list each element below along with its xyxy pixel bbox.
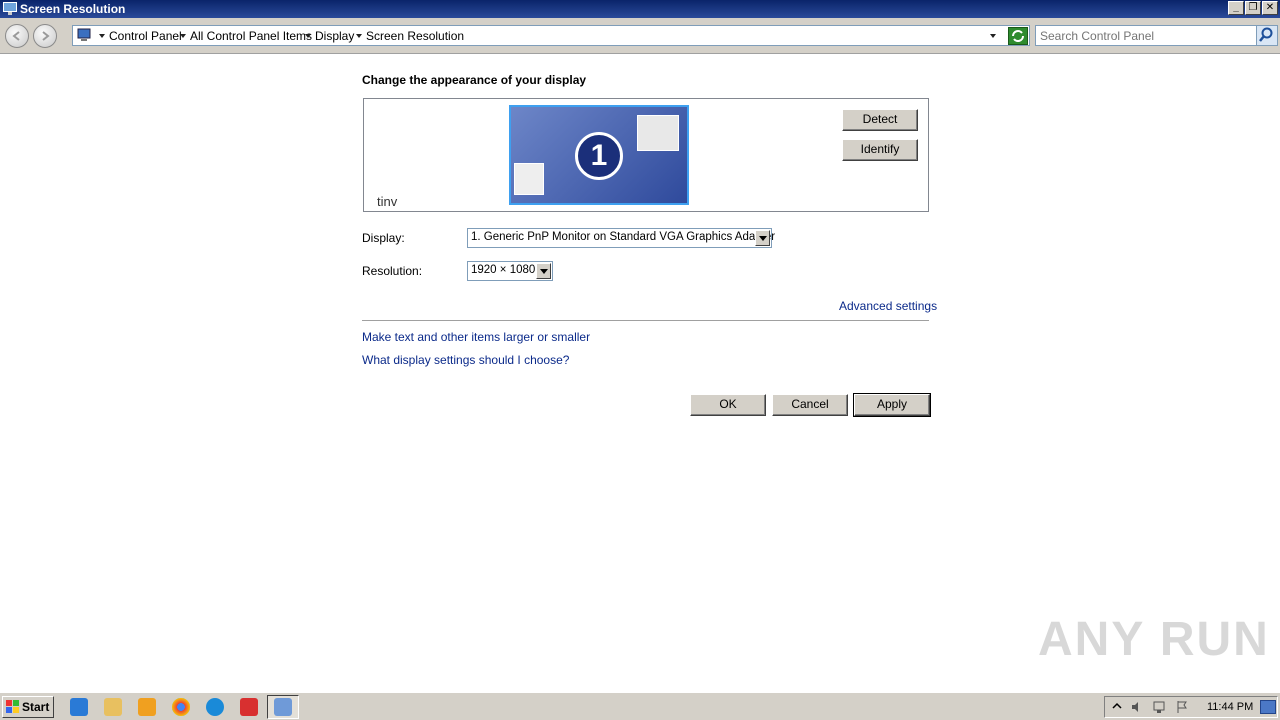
forward-arrow-icon	[42, 31, 50, 41]
chevron-down-icon[interactable]	[99, 34, 105, 38]
resolution-select-value: 1920 × 1080	[471, 264, 536, 276]
taskbar: Start 11:44 PM	[0, 692, 1280, 720]
media-player-icon[interactable]	[138, 698, 156, 716]
system-tray: 11:44 PM	[1104, 696, 1278, 718]
detect-button[interactable]: Detect	[842, 109, 918, 131]
display-help-link[interactable]: What display settings should I choose?	[362, 353, 569, 367]
windows-logo-icon	[6, 700, 19, 713]
breadcrumb[interactable]: Control Panel All Control Panel Items Di…	[72, 25, 1030, 46]
show-desktop-button[interactable]	[1260, 700, 1276, 714]
chrome-icon[interactable]	[172, 698, 190, 716]
monitor-label: tinv	[377, 194, 398, 209]
refresh-button[interactable]	[1008, 27, 1028, 45]
chevron-up-icon[interactable]	[1110, 700, 1124, 714]
page-title: Change the appearance of your display	[362, 73, 587, 87]
dropdown-arrow-icon[interactable]	[536, 263, 551, 279]
edge-icon[interactable]	[206, 698, 224, 716]
taskbar-screen-resolution-window[interactable]	[267, 695, 299, 719]
breadcrumb-control-panel[interactable]: Control Panel	[109, 29, 182, 43]
minimize-button[interactable]: _	[1228, 1, 1244, 15]
anyrun-icon[interactable]	[240, 698, 258, 716]
watermark: ANY RUN	[1038, 613, 1270, 666]
identify-button[interactable]: Identify	[842, 139, 918, 161]
address-history-icon[interactable]	[990, 34, 996, 38]
refresh-icon	[1012, 30, 1024, 42]
search-icon	[1259, 27, 1273, 42]
ok-button[interactable]: OK	[690, 394, 766, 416]
forward-button[interactable]	[33, 24, 57, 48]
resolution-label: Resolution:	[362, 264, 423, 278]
search-input[interactable]	[1040, 28, 1250, 43]
display-select[interactable]: 1. Generic PnP Monitor on Standard VGA G…	[467, 228, 776, 248]
display-label: Display:	[362, 231, 405, 245]
monitor-number: 1	[575, 132, 623, 180]
start-label: Start	[22, 700, 50, 714]
start-button[interactable]: Start	[2, 696, 54, 718]
display-settings-icon	[274, 698, 292, 716]
search-box[interactable]	[1035, 25, 1278, 46]
volume-icon[interactable]	[1130, 700, 1144, 714]
control-panel-icon	[77, 28, 91, 41]
apply-button[interactable]: Apply	[853, 393, 931, 417]
clock[interactable]: 11:44 PM	[1207, 701, 1253, 713]
monitor-1-tile[interactable]: 1	[509, 105, 689, 205]
cancel-button[interactable]: Cancel	[772, 394, 848, 416]
monitor-arrangement-panel: 1 tinv Detect Identify	[363, 98, 929, 212]
chevron-down-icon[interactable]	[305, 34, 311, 38]
breadcrumb-screen-resolution[interactable]: Screen Resolution	[366, 29, 464, 43]
chevron-down-icon[interactable]	[180, 34, 186, 38]
monitor-preview-panel-icon	[514, 163, 544, 195]
divider	[362, 320, 929, 321]
back-arrow-icon	[12, 31, 20, 41]
back-button[interactable]	[5, 24, 29, 48]
resolution-select[interactable]: 1920 × 1080	[467, 261, 553, 281]
search-button[interactable]	[1256, 26, 1277, 45]
close-button[interactable]: ✕	[1262, 1, 1278, 15]
dropdown-arrow-icon[interactable]	[755, 230, 770, 246]
network-icon[interactable]	[1152, 700, 1166, 714]
restore-button[interactable]: ❐	[1245, 1, 1261, 15]
title-bar: Screen Resolution _ ❐ ✕	[0, 0, 1280, 18]
text-size-link[interactable]: Make text and other items larger or smal…	[362, 330, 590, 344]
display-app-icon	[3, 2, 17, 15]
breadcrumb-all-items[interactable]: All Control Panel Items	[190, 29, 312, 43]
breadcrumb-display[interactable]: Display	[315, 29, 354, 43]
monitor-preview-window-icon	[637, 115, 679, 151]
internet-explorer-icon[interactable]	[70, 698, 88, 716]
address-bar: Control Panel All Control Panel Items Di…	[0, 18, 1280, 54]
advanced-settings-link[interactable]: Advanced settings	[839, 299, 937, 313]
display-select-value: 1. Generic PnP Monitor on Standard VGA G…	[471, 231, 776, 243]
action-center-flag-icon[interactable]	[1175, 700, 1189, 714]
window-title: Screen Resolution	[20, 2, 126, 16]
folder-icon[interactable]	[104, 698, 122, 716]
chevron-down-icon[interactable]	[356, 34, 362, 38]
